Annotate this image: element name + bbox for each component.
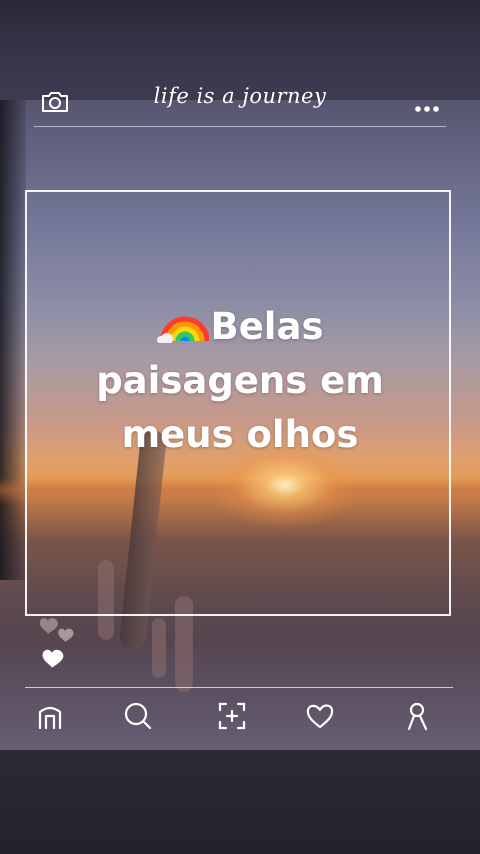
add-post-icon[interactable] [212, 696, 252, 736]
more-dots-icon[interactable] [414, 98, 440, 112]
header-bar: life is a journey [34, 80, 446, 124]
caption-line-3: meus olhos [121, 413, 359, 456]
window-edge [0, 100, 26, 580]
caption-line-2: paisagens em [96, 359, 384, 402]
bottom-nav [0, 696, 480, 740]
home-icon[interactable] [30, 696, 70, 736]
profile-icon[interactable] [397, 696, 437, 736]
heart-icon[interactable] [300, 696, 340, 736]
cactus-shape [152, 618, 166, 678]
heart-icon [39, 618, 58, 634]
post-caption: Belas paisagens em meus olhos [25, 300, 455, 462]
floating-hearts [36, 608, 86, 672]
header-title: life is a journey [153, 84, 327, 108]
nav-divider [25, 687, 453, 688]
caption-line: Belas [25, 300, 455, 354]
bottom-shade [0, 750, 480, 854]
heart-icon [42, 649, 64, 668]
header-divider [34, 126, 446, 127]
caption-line-1: Belas [210, 305, 324, 348]
rainbow-icon [156, 304, 209, 345]
heart-icon [58, 628, 74, 643]
search-icon[interactable] [118, 696, 158, 736]
